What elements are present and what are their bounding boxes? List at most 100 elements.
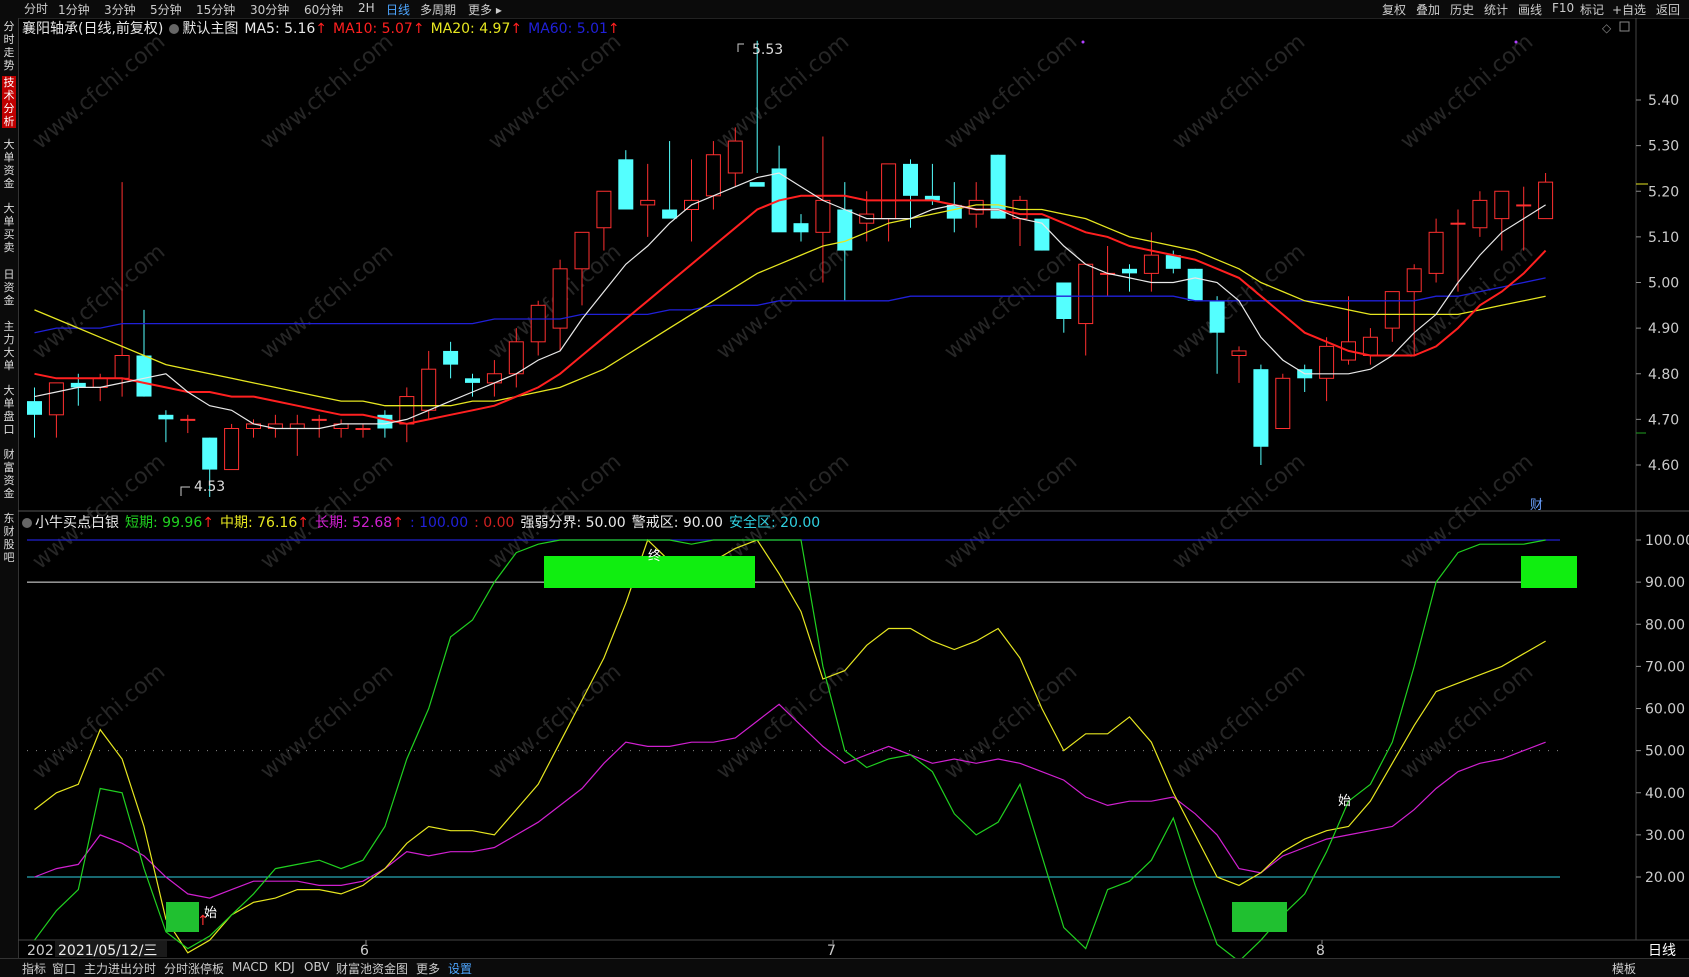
left-sidebar: 分时走势 技术分析 大单资金 大单买卖 日资金 主力大单 大单盘口 财富资金 东… xyxy=(0,18,19,958)
sidebar-tab-fenshi[interactable]: 分时走势 xyxy=(2,20,16,72)
period-1min[interactable]: 1分钟 xyxy=(58,1,90,18)
bottom-tab-chuangkou[interactable]: 窗口 xyxy=(52,960,76,977)
series-短期 xyxy=(34,539,1546,958)
buy-arrow-icon: ↑ xyxy=(197,913,209,929)
maximize-icon xyxy=(1619,21,1630,32)
bottom-tab-zhibiao[interactable]: 指标 xyxy=(22,960,46,977)
bottom-tab-zhuli[interactable]: 主力进出分时 xyxy=(84,960,156,977)
bottom-tab-zhangting[interactable]: 分时涨停板 xyxy=(164,960,224,977)
sidebar-tab-pankou[interactable]: 大单盘口 xyxy=(2,384,16,436)
indicator-selector[interactable]: 小牛买点白银 xyxy=(22,515,119,531)
date-first: 202 xyxy=(27,943,54,958)
bottom-tab-kdj[interactable]: KDJ xyxy=(274,960,295,974)
period-daily[interactable]: 日线 xyxy=(386,1,410,18)
candle-body xyxy=(640,199,656,206)
candle-body xyxy=(508,341,524,375)
watermark-text: www.cfchi.com xyxy=(484,659,626,784)
sidebar-tab-rizijin[interactable]: 日资金 xyxy=(2,268,16,307)
candle-body xyxy=(1231,350,1247,356)
toolbar-f10[interactable]: F10 xyxy=(1552,1,1574,15)
ma5-label: MA5: 5.16↑ xyxy=(244,21,328,37)
watermark-text: www.cfchi.com xyxy=(1396,29,1538,154)
cai-marker: 财 xyxy=(1530,498,1543,513)
candle-body xyxy=(1538,181,1554,220)
mid-label: 中期: 76.16↑ xyxy=(219,515,309,531)
watermark-text: www.cfchi.com xyxy=(1168,659,1310,784)
candle-body xyxy=(114,355,130,379)
candle-body xyxy=(289,423,305,429)
toolbar-lishi[interactable]: 历史 xyxy=(1450,1,1474,18)
safe-zone-label: 安全区: 20.00 xyxy=(728,515,821,531)
price-tick-label: 5.40 xyxy=(1648,93,1679,109)
candle-body xyxy=(377,414,393,429)
bottom-tab-more[interactable]: 更多 xyxy=(416,960,440,977)
candle-body xyxy=(224,428,240,471)
watermark-text: www.cfchi.com xyxy=(712,659,854,784)
stock-title[interactable]: 襄阳轴承(日线,前复权) xyxy=(22,21,163,37)
watermark-text: www.cfchi.com xyxy=(1168,449,1310,574)
sidebar-tab-caifu[interactable]: 财富资金 xyxy=(2,448,16,500)
candle-body xyxy=(1450,222,1466,225)
sidebar-tab-guba[interactable]: 东财股吧 xyxy=(2,512,16,564)
template-selector[interactable]: 默认主图 xyxy=(169,21,238,37)
candle-body xyxy=(1516,204,1532,207)
bottom-tab-caifuchi[interactable]: 财富池资金图 xyxy=(336,960,408,977)
period-15min[interactable]: 15分钟 xyxy=(196,1,235,18)
month-7: 7 xyxy=(827,943,836,958)
candle-body xyxy=(1362,336,1378,356)
toolbar-back[interactable]: 返回 xyxy=(1656,1,1680,18)
alert-zone-label: 警戒区: 90.00 xyxy=(631,515,723,531)
candle-body xyxy=(421,368,437,411)
candle-body xyxy=(136,355,152,397)
bottom-tab-macd[interactable]: MACD xyxy=(232,960,268,974)
sidebar-tab-jishu[interactable]: 技术分析 xyxy=(2,76,16,128)
price-tick-label: 5.20 xyxy=(1648,184,1679,200)
period-fenshi[interactable]: 分时 xyxy=(24,0,48,17)
period-multi[interactable]: 多周期 xyxy=(420,1,456,18)
toolbar-biaoji[interactable]: 标记 xyxy=(1580,1,1604,18)
toolbar-diejia[interactable]: 叠加 xyxy=(1416,1,1440,18)
period-5min[interactable]: 5分钟 xyxy=(150,1,182,18)
price-tick-label: 4.80 xyxy=(1648,367,1679,383)
toolbar-fuquan[interactable]: 复权 xyxy=(1382,1,1406,18)
series-中期 xyxy=(34,538,1546,954)
bottom-tab-obv[interactable]: OBV xyxy=(304,960,330,974)
candle-body xyxy=(1056,282,1072,319)
buy-zone-1 xyxy=(166,902,199,932)
sidebar-tab-zhuli[interactable]: 主力大单 xyxy=(2,320,16,372)
toolbar-zixuan[interactable]: +自选 xyxy=(1612,1,1646,18)
price-tick-label: 4.60 xyxy=(1648,458,1679,474)
kline-chart[interactable]: www.cfchi.com www.cfchi.com www.cfchi.com w… xyxy=(18,18,1689,958)
sidebar-tab-dadan-maimai[interactable]: 大单买卖 xyxy=(2,202,16,254)
candle-body xyxy=(1143,254,1159,274)
candle-body xyxy=(1428,231,1444,274)
watermark-text: www.cfchi.com xyxy=(256,29,398,154)
candle-body xyxy=(1406,268,1422,293)
watermark-text: www.cfchi.com xyxy=(256,659,398,784)
period-label: 日线 xyxy=(1648,943,1676,958)
month-8: 8 xyxy=(1316,943,1325,958)
bottom-template-button[interactable]: 模板 xyxy=(1612,960,1636,977)
watermark-text: www.cfchi.com xyxy=(1396,449,1538,574)
indicator-tick-label: 80.00 xyxy=(1645,617,1685,633)
candle-body xyxy=(1209,300,1225,333)
indicator-tick-label: 20.00 xyxy=(1645,870,1685,886)
candle-body xyxy=(793,223,809,233)
candle-body xyxy=(158,414,174,420)
toolbar-huaxian[interactable]: 画线 xyxy=(1518,1,1542,18)
price-axis: 5.40 5.30 5.20 5.10 5.00 4.90 4.80 4.70 4.60 xyxy=(1636,93,1679,474)
watermark-text: www.cfchi.com xyxy=(1168,29,1310,154)
price-tick-label: 5.10 xyxy=(1648,230,1679,246)
watermark-text: www.cfchi.com xyxy=(1396,659,1538,784)
sidebar-tab-dadan-zijin[interactable]: 大单资金 xyxy=(2,138,16,190)
candle-body xyxy=(70,382,86,388)
high-annotation: 5.53 xyxy=(752,42,783,58)
period-60min[interactable]: 60分钟 xyxy=(304,1,343,18)
period-3min[interactable]: 3分钟 xyxy=(104,1,136,18)
signal-boxes xyxy=(166,556,1577,932)
toolbar-tongji[interactable]: 统计 xyxy=(1484,1,1508,18)
period-more[interactable]: 更多 ▸ xyxy=(468,1,502,18)
period-30min[interactable]: 30分钟 xyxy=(250,1,289,18)
bottom-tab-settings[interactable]: 设置 xyxy=(448,960,472,977)
period-2h[interactable]: 2H xyxy=(358,1,375,15)
